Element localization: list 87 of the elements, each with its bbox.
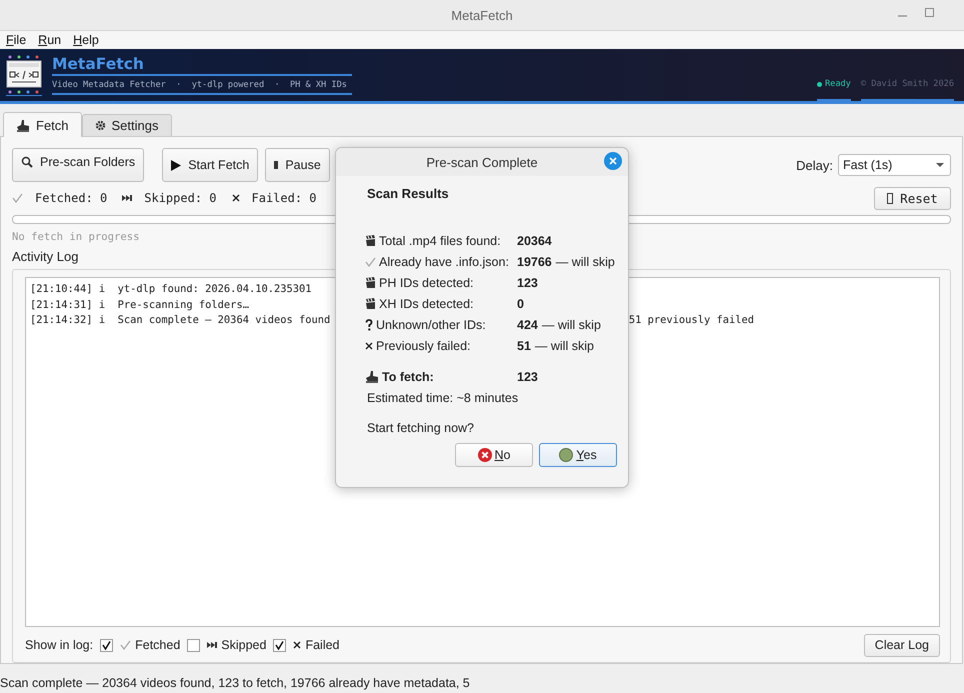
- checkmark-icon: [102, 640, 112, 650]
- result-label: PH IDs detected:: [379, 276, 474, 290]
- result-value: 123: [517, 370, 538, 384]
- play-icon: [171, 160, 182, 170]
- close-button[interactable]: [604, 152, 622, 170]
- film-icon: [365, 234, 376, 247]
- checkmark-icon: [275, 640, 284, 650]
- filter-option[interactable]: Failed: [305, 638, 340, 652]
- dropdown-arrow-icon: [936, 163, 944, 167]
- log-line: [21:14:31] i Pre-scanning folders…: [30, 298, 249, 312]
- pause-icon: [274, 161, 278, 169]
- checkbox[interactable]: [187, 638, 200, 652]
- app-title: MetaFetch: [52, 55, 352, 76]
- result-note: — will skip: [542, 318, 601, 332]
- check-icon: [120, 640, 132, 650]
- maximize-icon: [925, 8, 934, 17]
- status-text: Scan complete — 20364 videos found, 123 to fetch, 19766 already have metadata, 5: [0, 676, 470, 690]
- app-subtitle: Video Metadata Fetcher · yt-dlp powered · PH & XH IDs: [52, 80, 352, 95]
- dialog-heading: Scan Results: [367, 186, 450, 201]
- result-label: Previously failed:: [376, 338, 470, 352]
- check-icon: [365, 256, 376, 266]
- search-icon: [21, 156, 33, 168]
- yes-button[interactable]: Yes: [539, 443, 617, 467]
- question-text: Start fetching now?: [367, 421, 476, 435]
- error-icon: [478, 448, 492, 462]
- stat-text: Skipped: 0: [144, 191, 216, 205]
- clear-log-button[interactable]: Clear Log: [864, 634, 940, 656]
- start-button[interactable]: Start Fetch: [162, 148, 258, 182]
- log-line: [21:10:44] i yt-dlp found: 2026.04.10.235301: [30, 282, 312, 297]
- pre-scan-button[interactable]: Pre-scan Folders: [12, 148, 144, 182]
- result-label: XH IDs detected:: [379, 296, 474, 310]
- stat-text: Fetched: 0: [35, 191, 108, 205]
- result-value: 51: [517, 338, 531, 352]
- delay-dropdown[interactable]: Fast (1s): [838, 154, 951, 176]
- close-icon: [609, 157, 617, 165]
- delay-label: Delay:: [796, 158, 833, 172]
- window-title: MetaFetch: [451, 8, 513, 22]
- tab[interactable]: Fetch: [3, 112, 82, 137]
- result-note: — will skip: [556, 254, 615, 268]
- question-icon: [365, 318, 373, 330]
- filter-option[interactable]: Skipped: [221, 638, 266, 652]
- tab[interactable]: Settings: [82, 114, 172, 136]
- result-label: Unknown/other IDs:: [376, 318, 486, 332]
- fast-forward-icon: [122, 195, 132, 201]
- hand-icon: [365, 370, 379, 383]
- log-line: 51 previously failed: [628, 313, 754, 328]
- result-value: 19766: [517, 254, 552, 268]
- result-value: 123: [517, 276, 538, 290]
- settings-icon: [94, 120, 106, 131]
- result-note: — will skip: [534, 338, 594, 352]
- pause-button[interactable]: Pause: [265, 148, 330, 182]
- fast-forward-icon: [207, 642, 218, 648]
- result-value: 0: [517, 296, 524, 310]
- result-value: 20364: [517, 234, 552, 248]
- app-logo-icon: [6, 54, 42, 96]
- reset-button[interactable]: Reset: [874, 186, 951, 210]
- checkbox[interactable]: [273, 638, 286, 652]
- menu-item[interactable]: Run: [38, 33, 62, 47]
- cross-icon: [293, 641, 302, 649]
- estimate-text: Estimated time: ~8 minutes: [367, 391, 520, 405]
- stat-text: Failed: 0: [252, 191, 317, 205]
- reset-icon: [887, 192, 894, 204]
- film-icon: [365, 276, 376, 289]
- check-icon: [12, 193, 23, 203]
- section-title: Activity Log: [12, 249, 78, 264]
- checkbox[interactable]: [100, 638, 114, 652]
- status-text: Ready: [824, 79, 851, 89]
- no-button[interactable]: No: [455, 443, 533, 467]
- result-label: To fetch:: [382, 370, 434, 384]
- result-label: Total .mp4 files found:: [379, 234, 501, 248]
- menu-item[interactable]: File: [6, 33, 26, 47]
- cross-icon: [365, 342, 373, 350]
- copyright-text: © David Smith 2026: [860, 65, 954, 101]
- cross-icon: [232, 194, 240, 202]
- circle-icon: [559, 448, 574, 462]
- result-label: Already have .info.json:: [379, 254, 509, 268]
- filter-label: Show in log:: [25, 638, 94, 652]
- result-value: 424: [517, 318, 538, 332]
- menu-item[interactable]: Help: [73, 33, 99, 47]
- log-line: [21:14:32] i Scan complete — 20364 videos found: [30, 313, 330, 328]
- film-icon: [365, 297, 376, 310]
- filter-option[interactable]: Fetched: [135, 638, 180, 652]
- dialog-title: Pre-scan Complete: [426, 154, 538, 170]
- minimize-icon: [898, 15, 907, 17]
- hand-icon: [16, 118, 30, 132]
- status-dot-icon: [816, 82, 822, 86]
- progress-status: No fetch in progress: [12, 231, 140, 243]
